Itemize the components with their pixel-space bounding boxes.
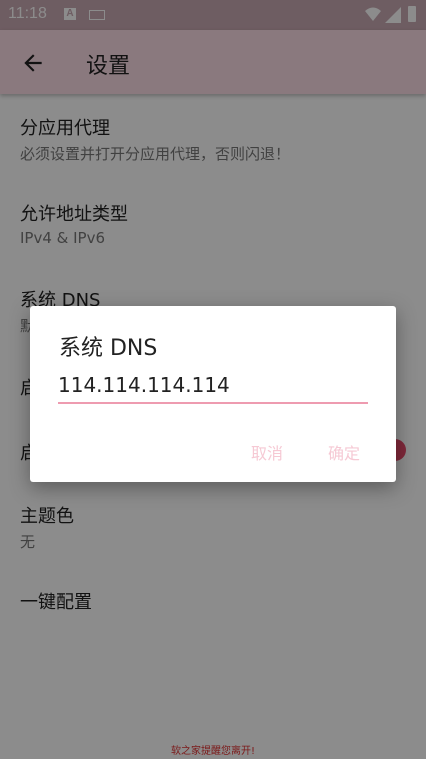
cancel-button[interactable]: 取消 — [245, 436, 289, 468]
dns-input[interactable] — [58, 368, 368, 404]
dialog-title: 系统 DNS — [59, 336, 158, 361]
dns-dialog: 系统 DNS 取消 确定 — [30, 306, 396, 482]
ok-button[interactable]: 确定 — [322, 436, 366, 468]
